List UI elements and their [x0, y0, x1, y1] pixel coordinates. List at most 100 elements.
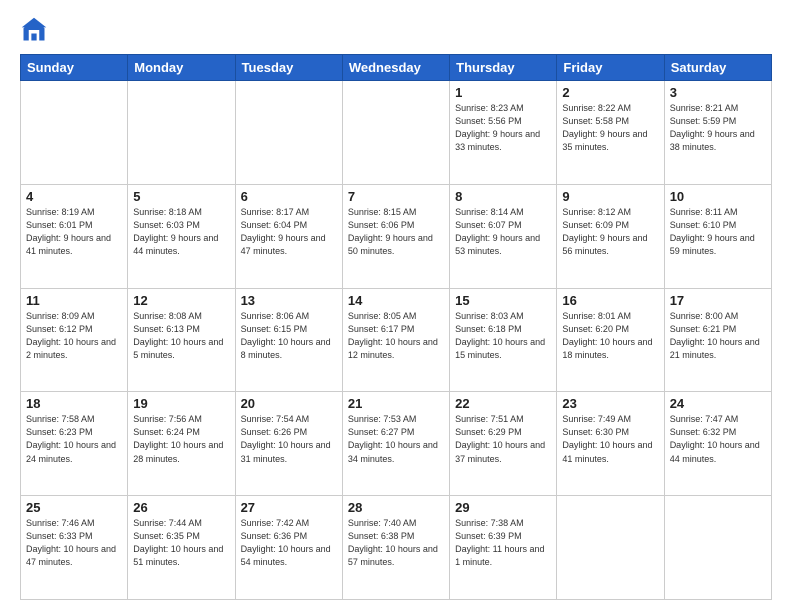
day-number: 4 — [26, 189, 122, 204]
calendar-cell: 18 Sunrise: 7:58 AMSunset: 6:23 PMDayligh… — [21, 392, 128, 496]
day-info: Sunrise: 7:47 AMSunset: 6:32 PMDaylight:… — [670, 413, 766, 465]
calendar-week-3: 11 Sunrise: 8:09 AMSunset: 6:12 PMDayligh… — [21, 288, 772, 392]
calendar-cell: 9 Sunrise: 8:12 AMSunset: 6:09 PMDaylight… — [557, 184, 664, 288]
day-number: 15 — [455, 293, 551, 308]
day-info: Sunrise: 7:51 AMSunset: 6:29 PMDaylight:… — [455, 413, 551, 465]
day-info: Sunrise: 7:58 AMSunset: 6:23 PMDaylight:… — [26, 413, 122, 465]
day-number: 25 — [26, 500, 122, 515]
calendar-weekday-friday: Friday — [557, 55, 664, 81]
calendar-weekday-wednesday: Wednesday — [342, 55, 449, 81]
day-number: 3 — [670, 85, 766, 100]
day-number: 28 — [348, 500, 444, 515]
day-info: Sunrise: 8:01 AMSunset: 6:20 PMDaylight:… — [562, 310, 658, 362]
day-info: Sunrise: 8:05 AMSunset: 6:17 PMDaylight:… — [348, 310, 444, 362]
day-number: 23 — [562, 396, 658, 411]
day-info: Sunrise: 8:21 AMSunset: 5:59 PMDaylight:… — [670, 102, 766, 154]
day-info: Sunrise: 8:08 AMSunset: 6:13 PMDaylight:… — [133, 310, 229, 362]
day-info: Sunrise: 7:44 AMSunset: 6:35 PMDaylight:… — [133, 517, 229, 569]
calendar-cell: 24Sunrise: 7:47 AMSunset: 6:32 PMDayligh… — [664, 392, 771, 496]
day-info: Sunrise: 8:18 AMSunset: 6:03 PMDaylight:… — [133, 206, 229, 258]
day-number: 2 — [562, 85, 658, 100]
calendar-cell — [664, 496, 771, 600]
day-number: 16 — [562, 293, 658, 308]
logo — [20, 16, 52, 44]
day-number: 6 — [241, 189, 337, 204]
calendar-table: SundayMondayTuesdayWednesdayThursdayFrid… — [20, 54, 772, 600]
day-number: 20 — [241, 396, 337, 411]
calendar-weekday-thursday: Thursday — [450, 55, 557, 81]
calendar-cell: 2Sunrise: 8:22 AMSunset: 5:58 PMDaylight… — [557, 81, 664, 185]
day-number: 1 — [455, 85, 551, 100]
calendar-week-5: 25 Sunrise: 7:46 AMSunset: 6:33 PMDayligh… — [21, 496, 772, 600]
day-info: Sunrise: 8:03 AMSunset: 6:18 PMDaylight:… — [455, 310, 551, 362]
day-info: Sunrise: 7:38 AMSunset: 6:39 PMDaylight:… — [455, 517, 551, 569]
calendar-cell: 29 Sunrise: 7:38 AMSunset: 6:39 PMDayligh… — [450, 496, 557, 600]
day-number: 13 — [241, 293, 337, 308]
day-number: 18 — [26, 396, 122, 411]
day-number: 29 — [455, 500, 551, 515]
day-info: Sunrise: 8:06 AMSunset: 6:15 PMDaylight:… — [241, 310, 337, 362]
calendar-cell: 26 Sunrise: 7:44 AMSunset: 6:35 PMDayligh… — [128, 496, 235, 600]
calendar-cell: 19 Sunrise: 7:56 AMSunset: 6:24 PMDayligh… — [128, 392, 235, 496]
day-number: 27 — [241, 500, 337, 515]
calendar-cell: 16 Sunrise: 8:01 AMSunset: 6:20 PMDayligh… — [557, 288, 664, 392]
day-number: 11 — [26, 293, 122, 308]
calendar-cell: 23 Sunrise: 7:49 AMSunset: 6:30 PMDayligh… — [557, 392, 664, 496]
calendar-cell — [128, 81, 235, 185]
calendar-cell — [235, 81, 342, 185]
calendar-cell: 4 Sunrise: 8:19 AMSunset: 6:01 PMDaylight… — [21, 184, 128, 288]
day-number: 21 — [348, 396, 444, 411]
day-info: Sunrise: 7:49 AMSunset: 6:30 PMDaylight:… — [562, 413, 658, 465]
calendar-week-1: 1 Sunrise: 8:23 AMSunset: 5:56 PMDaylight… — [21, 81, 772, 185]
day-number: 7 — [348, 189, 444, 204]
day-info: Sunrise: 7:53 AMSunset: 6:27 PMDaylight:… — [348, 413, 444, 465]
calendar-cell: 15 Sunrise: 8:03 AMSunset: 6:18 PMDayligh… — [450, 288, 557, 392]
day-info: Sunrise: 8:15 AMSunset: 6:06 PMDaylight:… — [348, 206, 444, 258]
logo-icon — [20, 16, 48, 44]
calendar-weekday-monday: Monday — [128, 55, 235, 81]
day-info: Sunrise: 7:42 AMSunset: 6:36 PMDaylight:… — [241, 517, 337, 569]
calendar-cell: 6Sunrise: 8:17 AMSunset: 6:04 PMDaylight… — [235, 184, 342, 288]
calendar-cell: 11 Sunrise: 8:09 AMSunset: 6:12 PMDayligh… — [21, 288, 128, 392]
day-number: 14 — [348, 293, 444, 308]
day-number: 5 — [133, 189, 229, 204]
day-number: 22 — [455, 396, 551, 411]
day-info: Sunrise: 8:11 AMSunset: 6:10 PMDaylight:… — [670, 206, 766, 258]
calendar-cell: 5 Sunrise: 8:18 AMSunset: 6:03 PMDaylight… — [128, 184, 235, 288]
day-info: Sunrise: 7:40 AMSunset: 6:38 PMDaylight:… — [348, 517, 444, 569]
header — [20, 16, 772, 44]
day-number: 17 — [670, 293, 766, 308]
day-number: 10 — [670, 189, 766, 204]
day-info: Sunrise: 8:00 AMSunset: 6:21 PMDaylight:… — [670, 310, 766, 362]
day-info: Sunrise: 8:23 AMSunset: 5:56 PMDaylight:… — [455, 102, 551, 154]
day-number: 8 — [455, 189, 551, 204]
day-info: Sunrise: 7:56 AMSunset: 6:24 PMDaylight:… — [133, 413, 229, 465]
calendar-cell — [342, 81, 449, 185]
day-number: 26 — [133, 500, 229, 515]
day-info: Sunrise: 8:19 AMSunset: 6:01 PMDaylight:… — [26, 206, 122, 258]
calendar-weekday-tuesday: Tuesday — [235, 55, 342, 81]
calendar-cell: 13 Sunrise: 8:06 AMSunset: 6:15 PMDayligh… — [235, 288, 342, 392]
day-info: Sunrise: 7:46 AMSunset: 6:33 PMDaylight:… — [26, 517, 122, 569]
calendar-weekday-saturday: Saturday — [664, 55, 771, 81]
day-info: Sunrise: 8:12 AMSunset: 6:09 PMDaylight:… — [562, 206, 658, 258]
day-number: 9 — [562, 189, 658, 204]
calendar-weekday-sunday: Sunday — [21, 55, 128, 81]
calendar-cell: 20Sunrise: 7:54 AMSunset: 6:26 PMDayligh… — [235, 392, 342, 496]
day-info: Sunrise: 8:14 AMSunset: 6:07 PMDaylight:… — [455, 206, 551, 258]
day-number: 19 — [133, 396, 229, 411]
calendar-cell: 1 Sunrise: 8:23 AMSunset: 5:56 PMDaylight… — [450, 81, 557, 185]
calendar-cell: 3 Sunrise: 8:21 AMSunset: 5:59 PMDaylight… — [664, 81, 771, 185]
calendar-cell: 21 Sunrise: 7:53 AMSunset: 6:27 PMDayligh… — [342, 392, 449, 496]
day-number: 12 — [133, 293, 229, 308]
calendar-header-row: SundayMondayTuesdayWednesdayThursdayFrid… — [21, 55, 772, 81]
calendar-cell: 17 Sunrise: 8:00 AMSunset: 6:21 PMDayligh… — [664, 288, 771, 392]
calendar-cell — [21, 81, 128, 185]
calendar-cell: 10 Sunrise: 8:11 AMSunset: 6:10 PMDayligh… — [664, 184, 771, 288]
day-info: Sunrise: 8:09 AMSunset: 6:12 PMDaylight:… — [26, 310, 122, 362]
calendar-cell: 25 Sunrise: 7:46 AMSunset: 6:33 PMDayligh… — [21, 496, 128, 600]
calendar-week-4: 18 Sunrise: 7:58 AMSunset: 6:23 PMDayligh… — [21, 392, 772, 496]
calendar-cell: 14 Sunrise: 8:05 AMSunset: 6:17 PMDayligh… — [342, 288, 449, 392]
calendar-body: 1 Sunrise: 8:23 AMSunset: 5:56 PMDaylight… — [21, 81, 772, 600]
calendar-cell: 7 Sunrise: 8:15 AMSunset: 6:06 PMDaylight… — [342, 184, 449, 288]
